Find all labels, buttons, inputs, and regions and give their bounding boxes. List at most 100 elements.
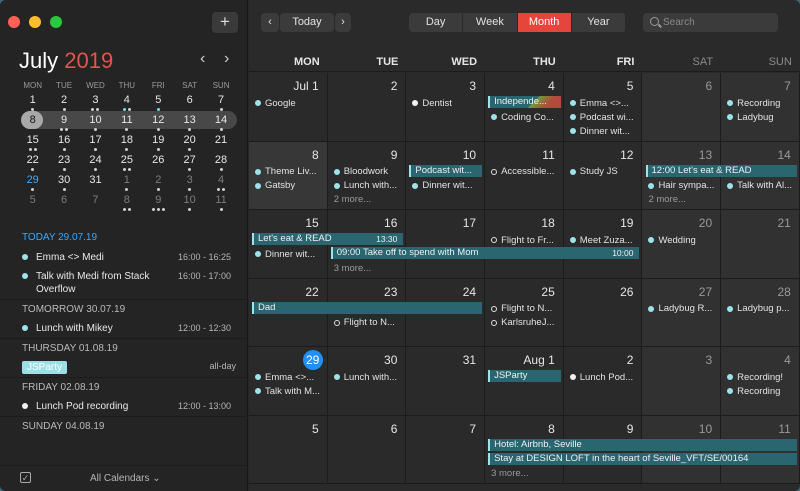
zoom-window-button[interactable] <box>50 16 62 28</box>
day-cell[interactable]: 2 <box>327 73 407 141</box>
mini-calendar-day[interactable]: 17 <box>80 130 111 151</box>
day-cell[interactable]: 20 Wedding <box>642 210 722 278</box>
day-cell[interactable]: 6 <box>642 73 722 141</box>
mini-calendar-day[interactable]: 19 <box>143 130 174 151</box>
event-item[interactable]: Hair sympa... <box>648 179 717 193</box>
mini-calendar-day[interactable]: 23 <box>48 150 79 171</box>
mini-calendar-day[interactable]: 1 <box>17 90 48 111</box>
mini-calendar-day[interactable]: 28 <box>205 150 236 171</box>
mini-calendar-day[interactable]: 1 <box>111 170 142 191</box>
event-item[interactable]: Flight to N... <box>491 302 560 316</box>
mini-calendar-day[interactable]: 7 <box>80 190 111 210</box>
day-cell[interactable]: 25 Flight to N... KarlsruheJ... <box>485 278 564 346</box>
day-cell[interactable]: 3 <box>642 347 722 415</box>
mini-calendar-day[interactable]: 2 <box>143 170 174 191</box>
multi-day-event-bar[interactable]: 09:00 Take off to spend with Mom 10:00 <box>330 247 640 259</box>
mini-calendar-day[interactable]: 7 <box>205 90 236 111</box>
event-item[interactable]: Ladybug p... <box>727 302 796 316</box>
event-item[interactable]: Theme Liv... <box>255 165 324 179</box>
event-item[interactable]: Ladybug <box>727 110 796 124</box>
mini-calendar-next-button[interactable]: › <box>224 50 229 68</box>
day-cell[interactable]: 9 Bloodwork Lunch with... 2 more... <box>327 141 407 209</box>
today-button[interactable]: Today <box>280 13 334 32</box>
event-item[interactable]: Lunch with... <box>333 179 403 193</box>
mini-calendar-day[interactable]: 25 <box>111 150 142 171</box>
mini-calendar-day[interactable]: 29 <box>17 170 48 191</box>
day-cell[interactable]: 5 <box>249 415 328 483</box>
event-item[interactable]: Meet Zuza... <box>569 233 639 247</box>
more-events-link[interactable]: 3 more... <box>334 261 372 275</box>
multi-day-event-bar[interactable]: Stay at DESIGN LOFT in the heart of Sevi… <box>488 452 797 465</box>
day-cell[interactable]: 3 Dentist <box>406 73 486 141</box>
mini-calendar-day[interactable]: 6 <box>174 90 205 110</box>
day-cell[interactable]: 29 Emma <>... Talk with M... <box>249 347 328 415</box>
mini-calendar-day[interactable]: 9 <box>143 190 174 211</box>
day-cell[interactable]: 18 Flight to Fr... <box>485 210 564 278</box>
search-input[interactable] <box>663 15 773 30</box>
multi-day-event-bar[interactable]: Podcast wit... <box>409 164 483 177</box>
day-cell[interactable]: 30 Lunch with... <box>327 347 407 415</box>
day-cell[interactable]: 27 Ladybug R... <box>642 278 722 346</box>
agenda-item[interactable]: Talk with Medi from Stack Overflow 16:00 … <box>0 267 248 299</box>
mini-calendar-day[interactable]: 8 <box>111 190 142 211</box>
day-cell[interactable]: 8 Theme Liv... Gatsby <box>249 141 328 209</box>
mini-calendar-day[interactable]: 3 <box>174 170 205 191</box>
event-item[interactable]: Recording <box>727 384 796 398</box>
mini-calendar-prev-button[interactable]: ‹ <box>200 50 205 68</box>
event-item[interactable]: Recording <box>727 96 796 110</box>
day-cell[interactable]: 28 Ladybug p... <box>721 278 800 346</box>
mini-calendar-day[interactable]: 8 <box>17 110 48 130</box>
mini-calendar-day[interactable]: 31 <box>80 170 111 190</box>
multi-day-event-bar[interactable]: Hotel: Airbnb, Seville <box>488 438 797 451</box>
mini-calendar-day[interactable]: 10 <box>174 190 205 211</box>
day-cell[interactable]: 2 Lunch Pod... <box>563 347 643 415</box>
event-item[interactable]: Wedding <box>648 233 717 247</box>
add-event-button[interactable]: + <box>212 12 238 33</box>
mini-calendar-day[interactable]: 16 <box>48 130 79 151</box>
close-window-button[interactable] <box>8 16 20 28</box>
all-calendars-menu[interactable]: All Calendars ⌄ <box>90 473 161 484</box>
view-tab-year[interactable]: Year <box>572 13 626 32</box>
event-item[interactable]: Coding Co... <box>491 110 560 124</box>
checkbox-icon[interactable]: ✓ <box>20 472 31 483</box>
day-cell[interactable]: 26 <box>563 278 643 346</box>
more-events-link[interactable]: 3 more... <box>491 467 529 481</box>
mini-calendar-day[interactable]: 11 <box>111 110 142 131</box>
agenda-item[interactable]: JSParty all-day <box>0 358 248 377</box>
day-cell[interactable]: 31 <box>406 347 486 415</box>
agenda-item[interactable]: Lunch Pod recording 12:00 - 13:00 <box>0 397 248 416</box>
event-item[interactable]: Bloodwork <box>333 165 403 179</box>
event-item[interactable]: Talk with Al... <box>727 179 796 193</box>
mini-calendar-day[interactable]: 26 <box>143 150 174 170</box>
mini-calendar-day[interactable]: 22 <box>17 150 48 171</box>
mini-calendar-day[interactable]: 27 <box>174 150 205 171</box>
day-cell[interactable]: 21 <box>721 210 800 278</box>
day-cell[interactable]: 17 <box>406 210 486 278</box>
day-cell[interactable]: 7 Recording Ladybug <box>721 73 800 141</box>
day-cell[interactable]: 12 Study JS <box>563 141 643 209</box>
search-box[interactable] <box>643 13 778 32</box>
event-item[interactable]: Dinner wit... <box>255 247 324 261</box>
mini-calendar-day[interactable]: 9 <box>48 110 79 131</box>
mini-calendar-day[interactable]: 12 <box>143 110 174 131</box>
event-item[interactable]: Flight to N... <box>333 316 403 330</box>
mini-calendar-day[interactable]: 4 <box>205 170 236 191</box>
view-tab-day[interactable]: Day <box>409 13 464 32</box>
event-item[interactable]: Ladybug R... <box>648 302 717 316</box>
agenda-item[interactable]: Emma <> Medi 16:00 - 16:25 <box>0 248 248 267</box>
event-item[interactable]: Google <box>255 96 324 110</box>
mini-calendar-day[interactable]: 3 <box>80 90 111 111</box>
view-tab-week[interactable]: Week <box>463 13 518 32</box>
mini-calendar-day[interactable]: 4 <box>111 90 142 111</box>
event-item[interactable]: Podcast wi... <box>569 110 639 124</box>
event-item[interactable]: Lunch Pod... <box>569 370 639 384</box>
event-item[interactable]: Accessible... <box>491 165 560 179</box>
mini-calendar-day[interactable]: 6 <box>48 190 79 210</box>
mini-calendar-day[interactable]: 2 <box>48 90 79 111</box>
multi-day-event-bar[interactable]: Independe... <box>488 96 561 108</box>
more-events-link[interactable]: 2 more... <box>334 193 403 207</box>
mini-calendar-day[interactable]: 18 <box>111 130 142 151</box>
mini-calendar-day[interactable]: 5 <box>143 90 174 111</box>
day-cell[interactable]: 11 Accessible... <box>485 141 564 209</box>
mini-calendar-day[interactable]: 30 <box>48 170 79 191</box>
